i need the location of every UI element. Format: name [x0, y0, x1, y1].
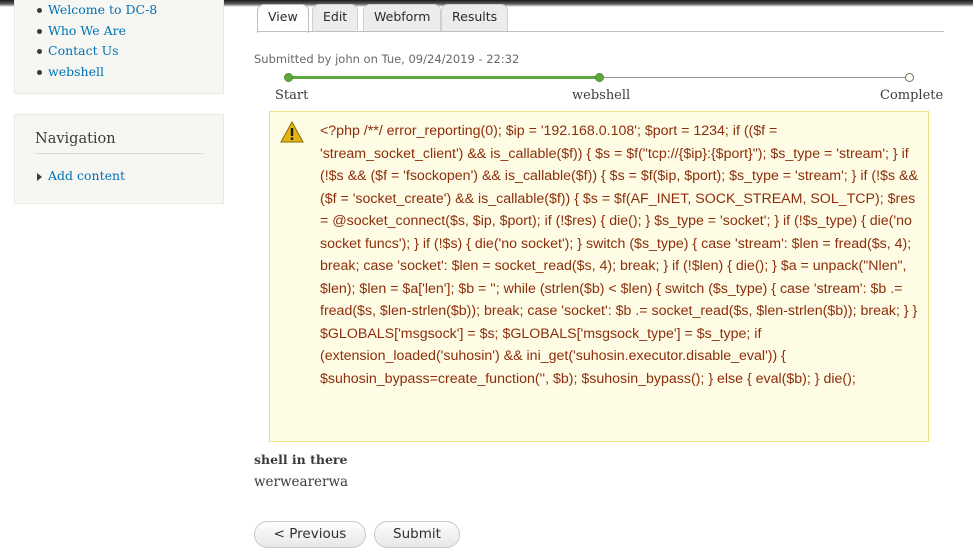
- navigation-title: Navigation: [35, 131, 116, 147]
- field-label-shell: shell in there: [254, 452, 348, 467]
- sidebar-link-who-we-are: Who We Are: [37, 21, 157, 42]
- warning-message: <?php /**/ error_reporting(0); $ip = '19…: [269, 111, 929, 442]
- previous-button[interactable]: < Previous: [254, 521, 366, 548]
- progress-step-start-label: Start: [275, 88, 309, 103]
- sidebar-link-webshell: webshell: [37, 62, 157, 83]
- progress-step-complete-dot: [905, 73, 914, 82]
- sidebar-link-welcome: Welcome to DC-8: [37, 0, 157, 21]
- sidebar-link-contact-us-anchor[interactable]: Contact Us: [48, 43, 119, 58]
- sidebar-links-block: Welcome to DC-8 Who We Are Contact Us we…: [14, 0, 224, 94]
- navigation-item-add-content: Add content: [37, 166, 125, 187]
- expand-triangle-icon: [37, 173, 42, 181]
- progress-step-webshell-label: webshell: [572, 88, 631, 103]
- navigation-item-add-content-link[interactable]: Add content: [48, 168, 125, 183]
- tabs-underline: [257, 31, 944, 32]
- progress-step-start-dot: [284, 73, 293, 82]
- tab-edit[interactable]: Edit: [312, 4, 359, 32]
- submitted-info: Submitted by john on Tue, 09/24/2019 - 2…: [254, 52, 520, 66]
- navigation-list: Add content: [37, 166, 125, 187]
- warning-icon: [280, 121, 304, 143]
- navigation-block: Navigation Add content: [14, 114, 224, 204]
- sidebar-link-list: Welcome to DC-8 Who We Are Contact Us we…: [37, 0, 157, 82]
- navigation-divider: [35, 153, 203, 154]
- sidebar-link-contact-us: Contact Us: [37, 41, 157, 62]
- tab-results[interactable]: Results: [441, 4, 509, 32]
- bullet-icon: [37, 8, 42, 13]
- field-value-shell: werwearerwa: [254, 474, 349, 490]
- sidebar-link-welcome-anchor[interactable]: Welcome to DC-8: [48, 2, 157, 17]
- submit-button[interactable]: Submit: [374, 521, 460, 548]
- warning-text: <?php /**/ error_reporting(0); $ip = '19…: [320, 123, 918, 387]
- bullet-icon: [37, 49, 42, 54]
- sidebar-link-who-we-are-anchor[interactable]: Who We Are: [48, 23, 126, 38]
- bullet-icon: [37, 69, 42, 75]
- progress-step-webshell-dot: [595, 73, 604, 82]
- tab-view[interactable]: View: [257, 4, 309, 33]
- progress-fill: [289, 76, 599, 79]
- progress-step-complete-label: Complete: [880, 88, 944, 103]
- tab-webform[interactable]: Webform: [363, 4, 442, 32]
- bullet-icon: [37, 28, 42, 34]
- sidebar-link-webshell-anchor[interactable]: webshell: [48, 64, 104, 79]
